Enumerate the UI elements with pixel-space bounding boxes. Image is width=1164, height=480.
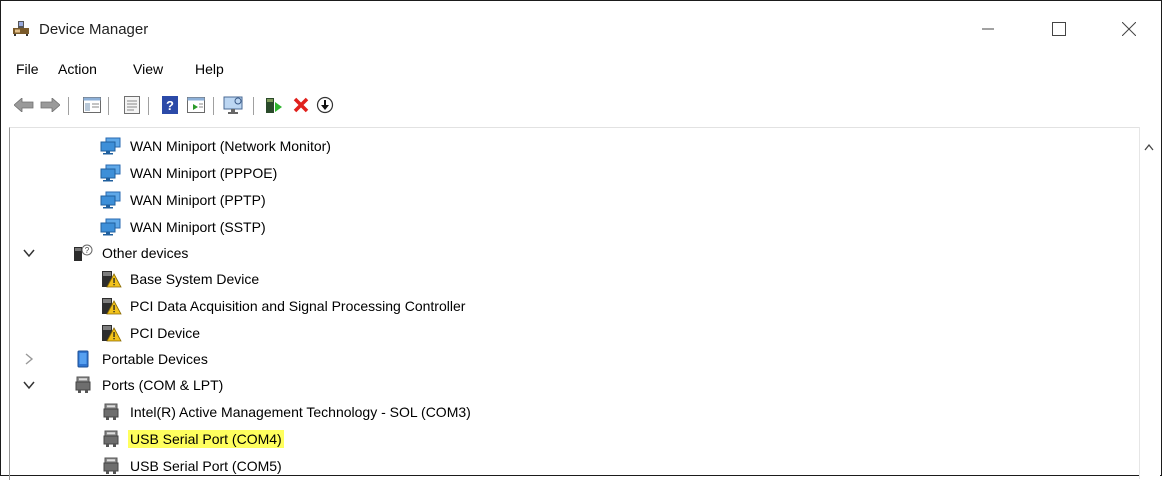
tree-item[interactable]: WAN Miniport (PPTP) bbox=[100, 188, 268, 212]
port-icon bbox=[100, 456, 122, 476]
toolbar-separator bbox=[253, 97, 254, 115]
maximize-icon bbox=[1052, 22, 1066, 36]
device-manager-window: Device Manager File Action View Help ? W… bbox=[0, 0, 1162, 480]
network-adapter-icon bbox=[100, 190, 122, 210]
tree-item[interactable]: Intel(R) Active Management Technology - … bbox=[100, 400, 473, 424]
expand-toggle[interactable] bbox=[22, 352, 36, 366]
tree-item-label: Portable Devices bbox=[102, 351, 208, 367]
minimize-icon bbox=[982, 28, 994, 30]
toolbar-separator bbox=[68, 97, 69, 115]
chevron-down-icon bbox=[23, 249, 35, 258]
title-bar: Device Manager bbox=[1, 1, 1161, 47]
maximize-button[interactable] bbox=[1036, 15, 1082, 43]
help-icon: ? bbox=[162, 96, 178, 114]
menu-file[interactable]: File bbox=[16, 61, 39, 77]
forward-arrow-icon bbox=[40, 98, 60, 112]
portable-device-icon bbox=[72, 349, 94, 369]
menu-action[interactable]: Action bbox=[58, 61, 97, 77]
tree-item-label: Other devices bbox=[102, 245, 189, 261]
properties-button[interactable] bbox=[121, 94, 143, 116]
device-manager-icon bbox=[12, 19, 30, 37]
tree-item-label: Base System Device bbox=[130, 271, 260, 287]
network-adapter-icon bbox=[100, 163, 122, 183]
network-adapter-icon bbox=[100, 136, 122, 156]
monitor-scan-icon bbox=[223, 96, 243, 114]
port-icon bbox=[100, 429, 122, 449]
tree-item-label: WAN Miniport (PPTP) bbox=[130, 192, 266, 208]
update-driver-button[interactable] bbox=[263, 94, 285, 116]
tree-item-label: PCI Device bbox=[130, 325, 201, 341]
chevron-right-icon bbox=[25, 353, 34, 365]
action-pane-icon bbox=[187, 97, 205, 113]
back-arrow-icon bbox=[14, 98, 34, 112]
unknown-device-icon: ? bbox=[72, 243, 94, 263]
tree-item[interactable]: Base System Device bbox=[100, 267, 261, 291]
vertical-scrollbar[interactable] bbox=[1139, 127, 1160, 479]
show-hide-console-tree-button[interactable] bbox=[81, 94, 103, 116]
tree-item[interactable]: Ports (COM & LPT) bbox=[23, 373, 225, 397]
tree-item-label: USB Serial Port (COM5) bbox=[130, 458, 282, 474]
back-button[interactable] bbox=[13, 94, 35, 116]
tree-item[interactable]: WAN Miniport (PPPOE) bbox=[100, 161, 279, 185]
toolbar-separator bbox=[213, 97, 214, 115]
help-button[interactable]: ? bbox=[159, 94, 181, 116]
warning-device-icon bbox=[100, 269, 122, 289]
scroll-up-button[interactable] bbox=[1141, 139, 1157, 155]
close-icon bbox=[1122, 22, 1136, 36]
update-driver-icon bbox=[266, 98, 282, 113]
tree-item-label: USB Serial Port (COM4) bbox=[128, 430, 284, 448]
chevron-up-icon bbox=[1144, 143, 1154, 151]
tree-item[interactable]: WAN Miniport (SSTP) bbox=[100, 215, 268, 239]
tree-item-label: Intel(R) Active Management Technology - … bbox=[130, 404, 471, 420]
close-button[interactable] bbox=[1106, 15, 1152, 43]
tree-item[interactable]: PCI Device bbox=[100, 321, 202, 345]
menu-view[interactable]: View bbox=[133, 61, 163, 77]
collapse-toggle[interactable] bbox=[22, 246, 36, 260]
tree-item-label: PCI Data Acquisition and Signal Processi… bbox=[130, 298, 466, 314]
toolbar-separator bbox=[108, 97, 109, 115]
tree-item-label: Ports (COM & LPT) bbox=[102, 377, 224, 393]
tree-item[interactable]: PCI Data Acquisition and Signal Processi… bbox=[100, 294, 467, 318]
properties-icon bbox=[124, 96, 140, 114]
collapse-toggle[interactable] bbox=[22, 378, 36, 392]
circle-down-arrow-icon bbox=[316, 96, 334, 114]
menu-bar: File Action View Help bbox=[1, 57, 1161, 83]
action-pane-button[interactable] bbox=[185, 94, 207, 116]
toolbar-separator bbox=[148, 97, 149, 115]
tree-item[interactable]: USB Serial Port (COM5) bbox=[100, 454, 284, 478]
uninstall-device-button[interactable] bbox=[290, 94, 312, 116]
red-x-icon bbox=[293, 97, 309, 113]
warning-device-icon bbox=[100, 296, 122, 316]
toolbar: ? bbox=[1, 91, 1161, 121]
tree-item[interactable]: WAN Miniport (Network Monitor) bbox=[100, 134, 333, 158]
menu-help[interactable]: Help bbox=[195, 61, 224, 77]
tree-item-label: WAN Miniport (SSTP) bbox=[130, 219, 266, 235]
scan-hardware-button[interactable] bbox=[223, 94, 245, 116]
window-title: Device Manager bbox=[39, 21, 149, 38]
tree-item-label: WAN Miniport (Network Monitor) bbox=[130, 138, 331, 154]
forward-button[interactable] bbox=[39, 94, 61, 116]
device-tree[interactable]: WAN Miniport (Network Monitor) WAN Minipo… bbox=[9, 127, 1140, 480]
minimize-button[interactable] bbox=[965, 15, 1011, 43]
tree-item[interactable]: Portable Devices bbox=[25, 347, 210, 371]
port-icon bbox=[72, 375, 94, 395]
warning-device-icon bbox=[100, 323, 122, 343]
download-button[interactable] bbox=[314, 94, 336, 116]
tree-item[interactable]: ? Other devices bbox=[23, 241, 190, 265]
chevron-down-icon bbox=[23, 381, 35, 390]
console-tree-icon bbox=[83, 97, 101, 113]
svg-text:?: ? bbox=[85, 246, 90, 255]
tree-item[interactable]: USB Serial Port (COM4) bbox=[100, 427, 284, 451]
port-icon bbox=[100, 402, 122, 422]
network-adapter-icon bbox=[100, 217, 122, 237]
svg-text:?: ? bbox=[166, 98, 174, 113]
tree-item-label: WAN Miniport (PPPOE) bbox=[130, 165, 278, 181]
